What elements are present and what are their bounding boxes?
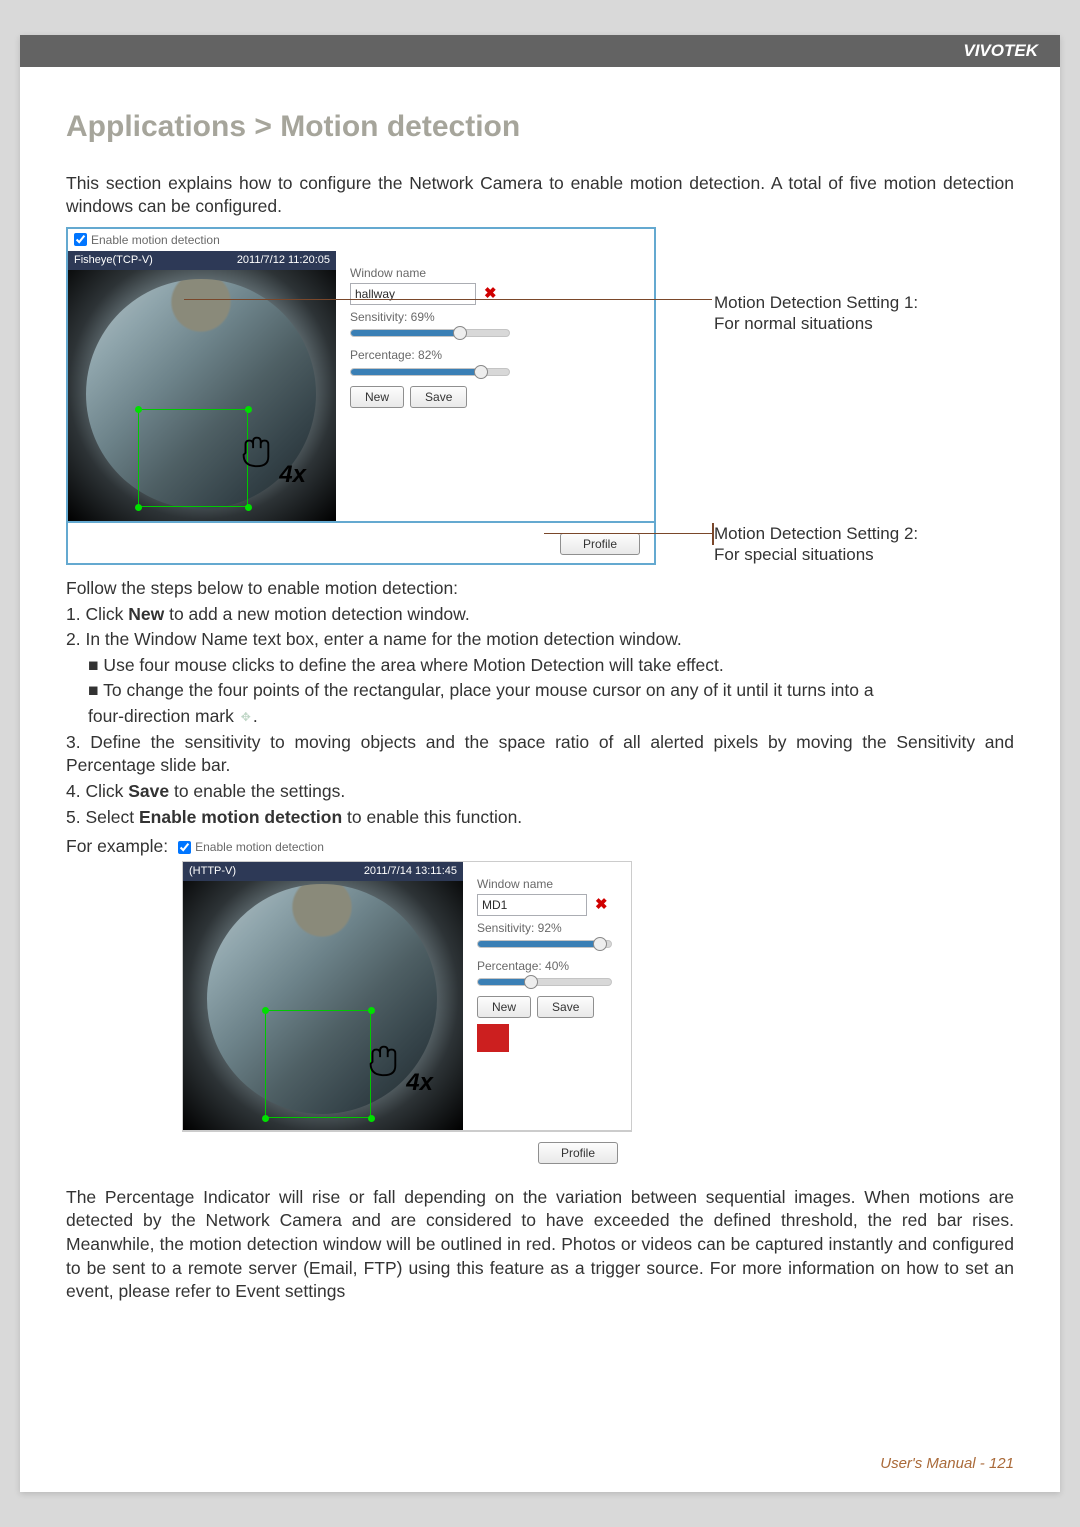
sensitivity-slider[interactable] [350, 329, 510, 337]
window-name-input-2[interactable] [477, 894, 587, 916]
page-footer: User's Manual - 121 [880, 1455, 1014, 1472]
stream-name-2: (HTTP-V) [189, 864, 236, 879]
video-preview[interactable]: Fisheye(TCP-V) 2011/7/12 11:20:05 4x [68, 251, 336, 521]
percentage-slider-2[interactable] [477, 978, 612, 986]
sensitivity-label: Sensitivity: 69% [350, 309, 640, 325]
video-preview-2[interactable]: (HTTP-V) 2011/7/14 13:11:45 4x [183, 862, 463, 1130]
step-2-sub1: ■ Use four mouse clicks to define the ar… [66, 654, 1014, 678]
sensitivity-slider-2[interactable] [477, 940, 612, 948]
enable-motion-checkbox[interactable] [74, 233, 87, 246]
step-2-sub2b: four-direction mark ✥. [66, 705, 1014, 729]
brand-name: VIVOTEK [963, 41, 1038, 60]
percentage-label-2: Percentage: 40% [477, 958, 617, 974]
profile-button[interactable]: Profile [560, 533, 640, 555]
example-enable-checkbox[interactable] [178, 841, 191, 854]
video-timestamp: 2011/7/12 11:20:05 [237, 253, 330, 268]
motion-alert-indicator [477, 1024, 509, 1052]
hand-cursor-icon [236, 429, 274, 473]
profile-button-2[interactable]: Profile [538, 1142, 618, 1164]
window-name-label: Window name [350, 265, 640, 281]
motion-region-rect-2[interactable] [265, 1010, 371, 1118]
figure-2: (HTTP-V) 2011/7/14 13:11:45 4x Window [182, 861, 632, 1172]
step-5: 5. Select Enable motion detection to ena… [66, 806, 1014, 830]
zoom-badge-2: 4x [406, 1067, 433, 1099]
brand-header: VIVOTEK [20, 35, 1060, 67]
page-title: Applications > Motion detection [66, 107, 1014, 148]
figure-1: Enable motion detection Fisheye(TCP-V) 2… [66, 227, 656, 565]
annotation-2: Motion Detection Setting 2: For special … [714, 523, 984, 566]
video-timestamp-2: 2011/7/14 13:11:45 [364, 864, 457, 879]
new-button[interactable]: New [350, 386, 404, 408]
window-name-label-2: Window name [477, 876, 617, 892]
percentage-slider[interactable] [350, 368, 510, 376]
step-2: 2. In the Window Name text box, enter a … [66, 628, 1014, 652]
explain-paragraph: The Percentage Indicator will rise or fa… [66, 1186, 1014, 1304]
motion-region-rect[interactable] [138, 409, 248, 507]
annotation-line [184, 299, 712, 301]
steps-intro: Follow the steps below to enable motion … [66, 577, 1014, 601]
example-label: For example: [66, 835, 168, 859]
annotation-1: Motion Detection Setting 1: For normal s… [714, 292, 984, 335]
example-enable-label: Enable motion detection [195, 839, 324, 855]
enable-motion-label: Enable motion detection [91, 232, 220, 248]
annotation-line [544, 533, 712, 535]
save-button[interactable]: Save [410, 386, 467, 408]
example-lead: For example: Enable motion detection [66, 835, 1014, 859]
step-2-sub2a: ■ To change the four points of the recta… [66, 679, 1014, 703]
delete-window-icon[interactable]: ✖ [482, 284, 499, 304]
save-button-2[interactable]: Save [537, 996, 594, 1018]
sensitivity-label-2: Sensitivity: 92% [477, 920, 617, 936]
step-4: 4. Click Save to enable the settings. [66, 780, 1014, 804]
delete-window-icon-2[interactable]: ✖ [593, 895, 610, 915]
zoom-badge: 4x [279, 459, 306, 491]
percentage-label: Percentage: 82% [350, 347, 640, 363]
motion-settings-panel-2: Window name ✖ Sensitivity: 92% Percentag… [463, 862, 631, 1130]
stream-name: Fisheye(TCP-V) [74, 253, 153, 268]
window-name-input[interactable] [350, 283, 476, 305]
motion-settings-panel: Window name ✖ Sensitivity: 69% Percentag… [336, 251, 654, 521]
step-1: 1. Click New to add a new motion detecti… [66, 603, 1014, 627]
new-button-2[interactable]: New [477, 996, 531, 1018]
intro-paragraph: This section explains how to configure t… [66, 172, 1014, 219]
move-cursor-icon: ✥ [239, 709, 253, 725]
hand-cursor-icon [363, 1038, 401, 1082]
steps-block: Follow the steps below to enable motion … [66, 577, 1014, 829]
step-3: 3. Define the sensitivity to moving obje… [66, 731, 1014, 778]
